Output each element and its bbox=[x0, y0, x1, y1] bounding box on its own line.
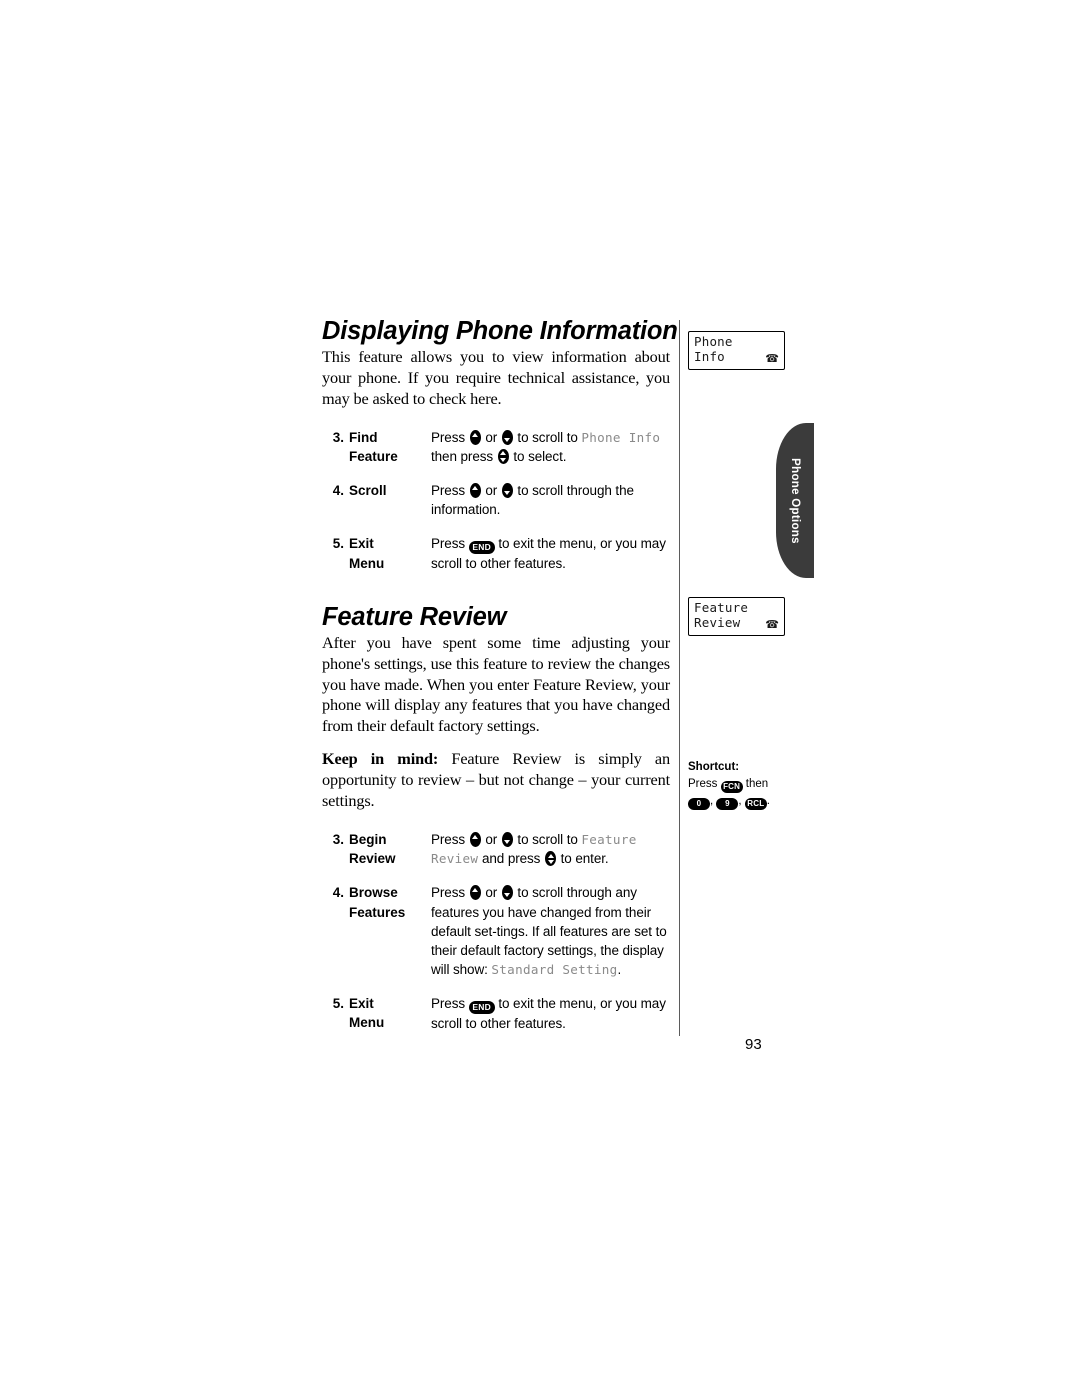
step-row: 5. Exit Menu Press END to exit the menu, o… bbox=[322, 994, 670, 1033]
lcd-screen: Feature Review ☎ bbox=[688, 597, 785, 636]
end-key-icon: END bbox=[468, 1001, 495, 1015]
telephone-icon: ☎ bbox=[765, 618, 779, 631]
step-number: 4. bbox=[332, 885, 344, 901]
telephone-icon: ☎ bbox=[765, 352, 779, 365]
step-row: 3. Begin Review Press or to scroll to Feat… bbox=[322, 830, 670, 883]
display-feature-review: Feature Review ☎ bbox=[688, 597, 818, 636]
step-label: Begin Review bbox=[349, 832, 396, 867]
page-title: Displaying Phone Information bbox=[322, 317, 678, 345]
nav-down-key-icon bbox=[501, 832, 513, 848]
end-key-icon: END bbox=[468, 541, 495, 555]
step-number: 3. bbox=[332, 429, 344, 445]
lcd-screen: Phone Info ☎ bbox=[688, 331, 785, 370]
lcd-inline-text: Standard Setting bbox=[491, 962, 618, 978]
step-label: Scroll bbox=[349, 483, 387, 499]
page-number: 93 bbox=[745, 1036, 762, 1053]
step-description: Press or to scroll through any features … bbox=[431, 885, 667, 978]
side-tab-label: Phone Options bbox=[789, 457, 801, 544]
shortcut-block: Shortcut: Press FCN then 0, 9, RCL. bbox=[688, 760, 818, 810]
step-label: Browse Features bbox=[349, 885, 406, 920]
keep-in-mind-label: Keep in mind: bbox=[322, 749, 439, 769]
lcd-inline-text: Phone Info bbox=[581, 429, 661, 445]
steps-body: 3. Begin Review Press or to scroll to Feat… bbox=[322, 830, 670, 1033]
step-row: 4. Browse Features Press or to scroll thro… bbox=[322, 883, 670, 994]
step-number: 3. bbox=[332, 832, 344, 848]
column-divider bbox=[679, 320, 680, 1036]
section-title-feature-review: Feature Review bbox=[322, 602, 507, 631]
step-label: Exit Menu bbox=[349, 996, 385, 1031]
shortcut-press-line: Press FCN then bbox=[688, 776, 818, 793]
step-row: 4. Scroll Press or to scroll through the i… bbox=[322, 481, 670, 534]
display-phone-info: Phone Info ☎ bbox=[688, 331, 818, 370]
step-label: Exit Menu bbox=[349, 536, 385, 571]
step-description: Press or to scroll through the informati… bbox=[431, 483, 634, 518]
step-row: 5. Exit Menu Press END to exit the menu, o… bbox=[322, 534, 670, 573]
steps-body: 3. Find Feature Press or to scroll to Phon… bbox=[322, 428, 670, 574]
step-number: 4. bbox=[332, 483, 344, 499]
nav-both-key-icon bbox=[497, 448, 509, 464]
manual-page: Displaying Phone Information This featur… bbox=[0, 0, 1080, 1397]
fcn-key-icon: FCN bbox=[720, 780, 743, 793]
step-description: Press END to exit the menu, or you may s… bbox=[431, 536, 666, 572]
section-intro-paragraph-feature-review: After you have spent some time adjusting… bbox=[322, 632, 670, 736]
shortcut-keys-line: 0, 9, RCL. bbox=[688, 793, 818, 810]
step-label: Find Feature bbox=[349, 429, 398, 464]
nav-down-key-icon bbox=[501, 429, 513, 445]
step-description: Press or to scroll to Phone Info then pr… bbox=[431, 429, 661, 464]
lcd-line-1: Phone bbox=[694, 334, 733, 349]
shortcut-press-label: Press bbox=[688, 777, 721, 790]
nav-up-key-icon bbox=[469, 483, 481, 499]
nav-down-key-icon bbox=[501, 483, 513, 499]
lcd-inline-text: Feature Review bbox=[431, 832, 637, 867]
rcl-key-icon: RCL bbox=[744, 797, 767, 810]
nav-both-key-icon bbox=[545, 851, 556, 867]
nav-up-key-icon bbox=[469, 429, 481, 445]
keep-in-mind-paragraph: Keep in mind: Feature Review is simply a… bbox=[322, 749, 670, 812]
9-key-icon: 9 bbox=[716, 797, 739, 810]
shortcut-then-label: then bbox=[742, 777, 769, 790]
side-tab-phone-options: Phone Options bbox=[776, 423, 814, 578]
lcd-line-1: Feature bbox=[694, 600, 749, 615]
step-row: 3. Find Feature Press or to scroll to Phon… bbox=[322, 428, 670, 481]
step-number: 5. bbox=[332, 536, 344, 552]
0-key-icon: 0 bbox=[688, 797, 710, 810]
nav-down-key-icon bbox=[501, 885, 513, 901]
shortcut-title: Shortcut: bbox=[688, 761, 740, 773]
steps-table-phone-info: 3. Find Feature Press or to scroll to Phon… bbox=[322, 428, 670, 574]
steps-table-feature-review: 3. Begin Review Press or to scroll to Feat… bbox=[322, 830, 670, 1033]
section-intro-paragraph: This feature allows you to view informat… bbox=[322, 347, 670, 408]
step-description: Press END to exit the menu, or you may s… bbox=[431, 996, 666, 1032]
step-number: 5. bbox=[332, 996, 344, 1012]
nav-up-key-icon bbox=[469, 885, 481, 901]
main-text-column: Displaying Phone Information This featur… bbox=[322, 317, 678, 1033]
step-description: Press or to scroll to Feature Review and… bbox=[431, 832, 637, 867]
nav-up-key-icon bbox=[469, 832, 481, 848]
